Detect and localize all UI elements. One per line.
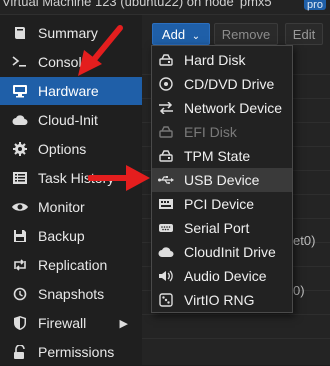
exchange-icon xyxy=(158,100,174,116)
sidebar-item-cloud-init[interactable]: Cloud-Init xyxy=(0,106,142,134)
serial-port-icon xyxy=(158,220,174,236)
submenu-caret-icon: ▶ xyxy=(119,317,128,330)
terminal-icon xyxy=(12,54,28,70)
hdd-icon xyxy=(158,52,174,68)
annotation-arrow-icon xyxy=(88,165,150,191)
history-icon xyxy=(12,286,28,302)
sidebar-item-permissions[interactable]: Permissions xyxy=(0,338,142,366)
add-hardware-menu: Hard Disk CD/DVD Drive Network Device EF… xyxy=(151,45,293,313)
speaker-icon xyxy=(158,268,174,284)
gear-icon xyxy=(12,141,28,157)
menu-item-pci-device[interactable]: PCI Device xyxy=(152,192,292,216)
window-title: Virtual Machine 123 (ubuntu22) on node '… xyxy=(2,0,275,9)
hdd-icon xyxy=(158,148,174,164)
unlock-icon xyxy=(12,344,28,360)
sidebar-item-options[interactable]: Options xyxy=(0,135,142,163)
menu-item-cloudinit-drive[interactable]: CloudInit Drive xyxy=(152,240,292,264)
menu-item-label: PCI Device xyxy=(184,196,255,212)
sidebar-item-label: Hardware xyxy=(38,83,99,99)
pci-card-icon xyxy=(158,196,174,212)
sidebar-item-label: Snapshots xyxy=(38,286,105,302)
sidebar-item-snapshots[interactable]: Snapshots xyxy=(0,280,142,308)
sidebar-item-replication[interactable]: Replication xyxy=(0,251,142,279)
sidebar-item-firewall[interactable]: Firewall ▶ xyxy=(0,309,142,337)
menu-item-label: CloudInit Drive xyxy=(184,244,276,260)
menu-item-label: TPM State xyxy=(184,148,251,164)
sidebar-item-label: Replication xyxy=(38,257,108,273)
floppy-icon xyxy=(12,228,28,244)
chevron-down-icon: ⌄ xyxy=(191,31,201,42)
sidebar-item-label: Backup xyxy=(38,228,85,244)
table-row[interactable] xyxy=(142,314,330,339)
menu-item-tpm-state[interactable]: TPM State xyxy=(152,144,292,168)
sidebar-item-monitor[interactable]: Monitor xyxy=(0,193,142,221)
menu-item-cd-dvd-drive[interactable]: CD/DVD Drive xyxy=(152,72,292,96)
menu-item-label: EFI Disk xyxy=(184,124,237,140)
cloud-icon xyxy=(12,112,28,128)
list-icon xyxy=(12,170,28,186)
menu-item-label: Serial Port xyxy=(184,220,250,236)
menu-item-virtio-rng[interactable]: VirtIO RNG xyxy=(152,288,292,312)
menu-item-efi-disk[interactable]: EFI Disk xyxy=(152,120,292,144)
remove-button[interactable]: Remove xyxy=(214,23,278,45)
menu-item-label: CD/DVD Drive xyxy=(184,76,275,92)
sidebar-item-label: Options xyxy=(38,141,87,157)
menu-item-label: Audio Device xyxy=(184,268,267,284)
sidebar-item-label: Permissions xyxy=(38,344,115,360)
row-value-fragment: et0) xyxy=(293,233,316,248)
add-button[interactable]: Add ⌄ xyxy=(152,23,210,45)
dice-icon xyxy=(158,292,174,308)
eye-icon xyxy=(12,199,28,215)
cloud-icon xyxy=(158,244,174,260)
add-button-label: Add xyxy=(161,27,186,42)
shield-icon xyxy=(12,315,28,331)
window-title-bar: Virtual Machine 123 (ubuntu22) on node '… xyxy=(0,0,330,15)
sidebar-item-label: Cloud-Init xyxy=(38,112,98,128)
row-value-fragment: 0) xyxy=(293,283,305,298)
annotation-arrow-icon xyxy=(78,25,123,76)
menu-item-hard-disk[interactable]: Hard Disk xyxy=(152,48,292,72)
menu-item-label: Hard Disk xyxy=(184,52,246,68)
menu-item-label: USB Device xyxy=(184,172,260,188)
sidebar-item-backup[interactable]: Backup xyxy=(0,222,142,250)
menu-item-usb-device[interactable]: USB Device xyxy=(152,168,292,192)
sidebar-item-label: Firewall xyxy=(38,315,87,331)
monitor-icon xyxy=(12,83,28,99)
edit-button[interactable]: Edit xyxy=(285,23,323,45)
sidebar-item-label: Monitor xyxy=(38,199,85,215)
node-badge[interactable]: pro xyxy=(304,0,326,11)
book-icon xyxy=(12,25,28,41)
menu-item-network-device[interactable]: Network Device xyxy=(152,96,292,120)
menu-item-label: VirtIO RNG xyxy=(184,292,255,308)
menu-item-audio-device[interactable]: Audio Device xyxy=(152,264,292,288)
retweet-icon xyxy=(12,257,28,273)
usb-icon xyxy=(158,172,174,188)
disc-icon xyxy=(158,76,174,92)
menu-item-label: Network Device xyxy=(184,100,283,116)
hdd-icon xyxy=(158,124,174,140)
menu-item-serial-port[interactable]: Serial Port xyxy=(152,216,292,240)
